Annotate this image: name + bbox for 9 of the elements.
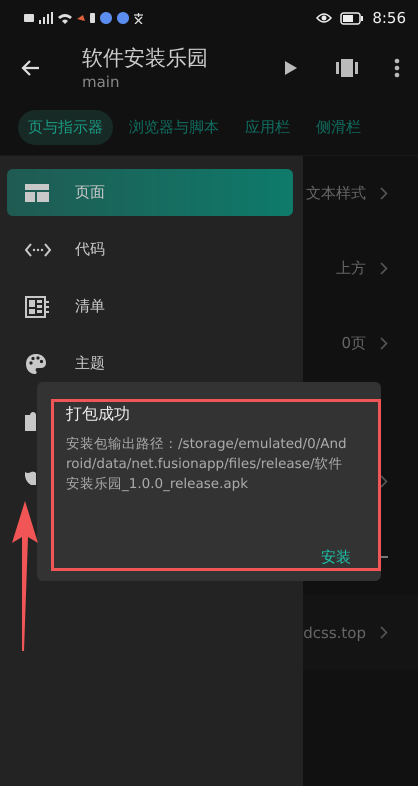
setting-value: 文本样式 [306,184,366,203]
status-time: 8:56 [372,9,406,27]
setting-value: dcss.top [303,624,366,642]
setting-value: 0页 [341,334,366,353]
dialog-title: 打包成功 [66,403,131,425]
app-title: 软件安装乐园 [82,45,209,72]
setting-value: 上方 [336,259,366,278]
dialog-message: 安装包输出路径：/storage/emulated/0/Android/data/net.fusionapp/files/release/软件安装乐园_1.0.0_release.apk [66,435,348,494]
app-subtitle: main [82,72,120,92]
